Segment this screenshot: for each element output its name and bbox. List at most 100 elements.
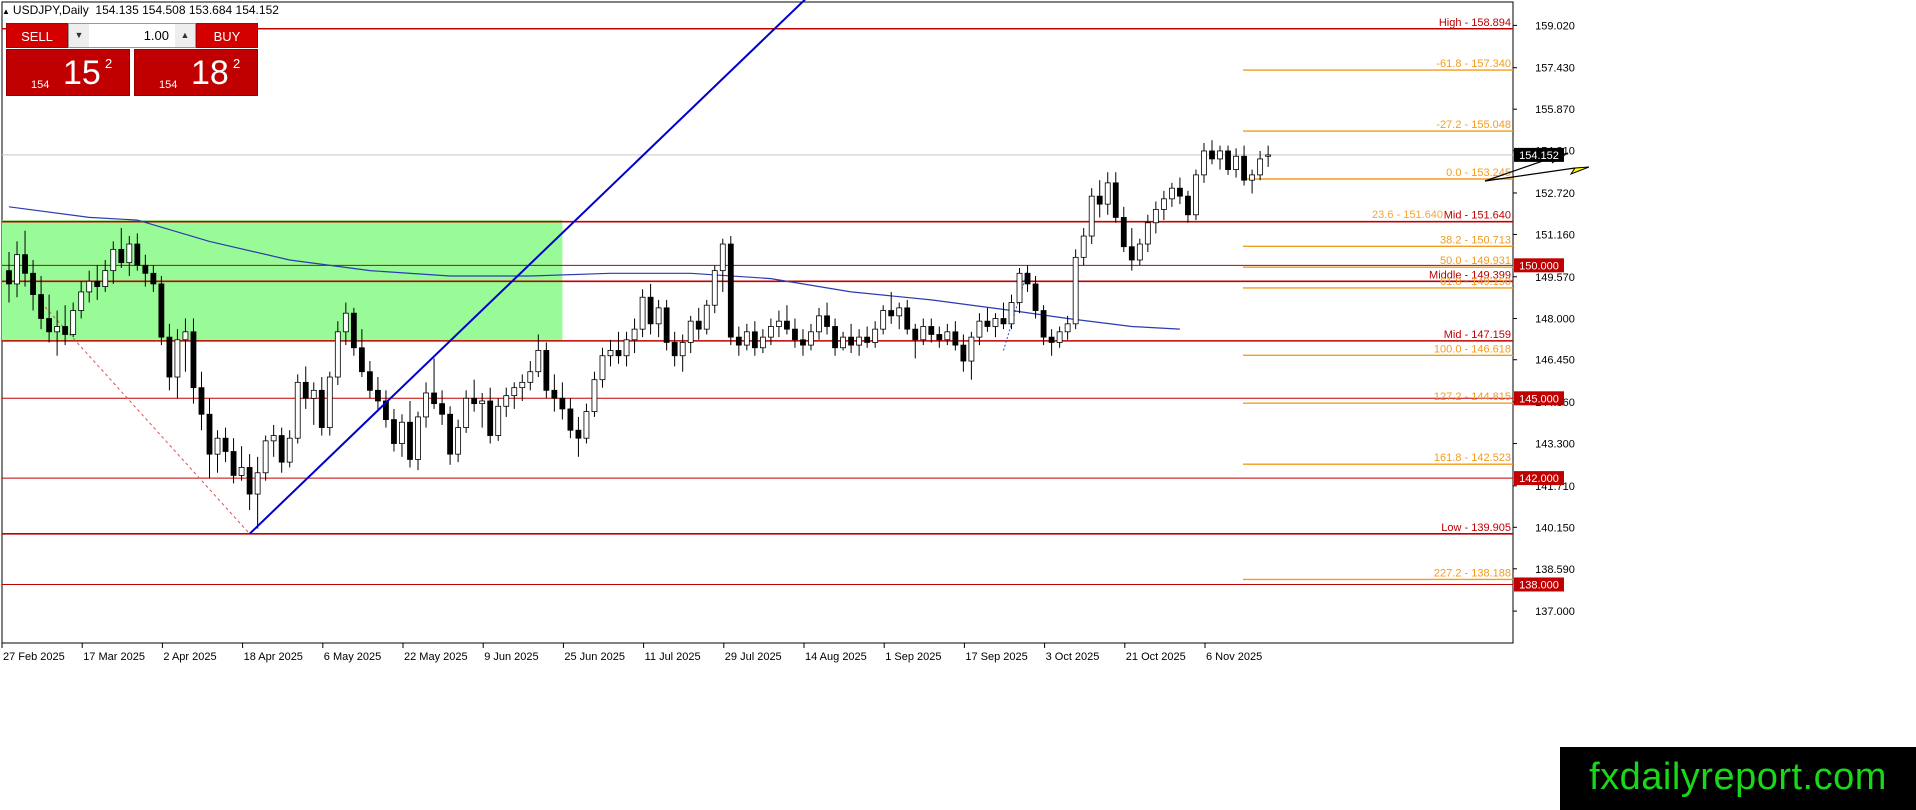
candle-body bbox=[1040, 310, 1047, 338]
fib-label-5: 23.6 - 151.640 bbox=[1372, 209, 1443, 221]
lot-increase-icon[interactable]: ▲ bbox=[175, 24, 195, 47]
round-level-badge-text-2: 142.000 bbox=[1519, 473, 1559, 485]
candle-body bbox=[591, 379, 598, 413]
candle-body bbox=[735, 336, 742, 346]
candle-body bbox=[1217, 150, 1223, 160]
candle-body bbox=[567, 408, 574, 431]
candle-body bbox=[535, 350, 542, 373]
price-chart: High - 158.894 -61.8 - 157.340 -27.2 - 155… bbox=[1, 0, 1590, 663]
candle-body bbox=[543, 350, 550, 391]
candle-body bbox=[1257, 158, 1264, 176]
y-tick-label-12: 140.150 bbox=[1535, 522, 1575, 534]
candle-body bbox=[150, 272, 157, 285]
candle-body bbox=[503, 395, 510, 407]
candle-body bbox=[679, 342, 686, 357]
level-label-14: Low - 139.905 bbox=[1441, 522, 1511, 534]
candle-body bbox=[647, 296, 654, 325]
candle-body bbox=[824, 315, 830, 327]
candle-body bbox=[358, 347, 365, 373]
collapse-triangle-icon[interactable]: ▲ bbox=[2, 7, 10, 16]
candle-body bbox=[190, 331, 197, 389]
candle-body bbox=[703, 304, 710, 330]
ohlc-values: 154.135 154.508 153.684 154.152 bbox=[95, 3, 279, 17]
candle-body bbox=[471, 397, 478, 405]
lot-decrease-icon[interactable]: ▼ bbox=[69, 24, 89, 47]
candle-body bbox=[302, 381, 309, 399]
candle-body bbox=[776, 320, 782, 327]
candle-body bbox=[848, 336, 854, 346]
candle-body bbox=[920, 326, 927, 341]
candle-body bbox=[375, 389, 381, 402]
candle-body bbox=[1048, 336, 1055, 343]
candle-body bbox=[904, 307, 911, 330]
candle-body bbox=[1120, 217, 1127, 248]
candle-body bbox=[840, 336, 846, 349]
candle-body bbox=[407, 421, 413, 460]
candle-body bbox=[759, 336, 766, 349]
x-tick-label-7: 25 Jun 2025 bbox=[564, 651, 625, 663]
candle-body bbox=[912, 328, 919, 341]
candle-body bbox=[270, 435, 277, 442]
candle-body bbox=[134, 243, 141, 266]
y-tick-label-6: 149.570 bbox=[1535, 272, 1575, 284]
candle-body bbox=[976, 320, 983, 338]
candle-body bbox=[784, 320, 790, 330]
candle-body bbox=[6, 270, 12, 285]
candle-body bbox=[639, 296, 646, 330]
x-tick-label-6: 9 Jun 2025 bbox=[484, 651, 538, 663]
candle-body bbox=[1169, 187, 1175, 200]
one-click-trading-panel: SELL ▼ 1.00 ▲ BUY 154 15 2 154 18 2 bbox=[6, 23, 258, 97]
candle-body bbox=[1185, 195, 1191, 216]
candle-body bbox=[1080, 235, 1087, 258]
candle-body bbox=[206, 413, 213, 455]
candle-body bbox=[94, 280, 101, 287]
candle-body bbox=[984, 320, 991, 327]
sell-price-big: 154 bbox=[31, 79, 50, 91]
x-tick-label-2: 2 Apr 2025 bbox=[163, 651, 216, 663]
candle-body bbox=[38, 294, 44, 319]
candle-body bbox=[952, 331, 959, 346]
candle-body bbox=[254, 472, 261, 495]
x-tick-label-10: 14 Aug 2025 bbox=[805, 651, 867, 663]
candle-body bbox=[214, 437, 221, 455]
candle-body bbox=[1056, 331, 1063, 343]
candle-body bbox=[856, 336, 863, 346]
y-tick-label-8: 146.450 bbox=[1535, 355, 1575, 367]
lot-size-value[interactable]: 1.00 bbox=[89, 24, 175, 47]
candle-body bbox=[832, 326, 838, 349]
candle-body bbox=[22, 254, 28, 274]
x-tick-label-9: 29 Jul 2025 bbox=[725, 651, 782, 663]
candle-body bbox=[1233, 155, 1239, 170]
candle-body bbox=[230, 451, 237, 476]
candle-body bbox=[166, 336, 173, 378]
candle-body bbox=[463, 397, 470, 428]
candle-body bbox=[808, 331, 814, 346]
candle-body bbox=[655, 307, 662, 325]
candle-body bbox=[1160, 198, 1167, 210]
sell-button[interactable]: SELL bbox=[6, 23, 68, 48]
candle-body bbox=[1000, 318, 1007, 325]
candle-body bbox=[519, 381, 526, 389]
candle-body bbox=[46, 318, 52, 333]
lot-size-field[interactable]: ▼ 1.00 ▲ bbox=[68, 23, 196, 48]
candle-body bbox=[1128, 246, 1135, 261]
symbol-label: USDJPY,Daily bbox=[12, 3, 89, 17]
candle-body bbox=[631, 328, 638, 341]
candle-body bbox=[350, 312, 357, 349]
buy-button[interactable]: BUY bbox=[196, 23, 258, 48]
y-tick-label-2: 155.870 bbox=[1535, 104, 1575, 116]
candle-body bbox=[334, 331, 341, 378]
candle-body bbox=[1209, 150, 1215, 160]
candle-body bbox=[174, 339, 181, 378]
candle-body bbox=[615, 350, 622, 357]
candle-body bbox=[623, 339, 630, 357]
candle-body bbox=[1016, 272, 1023, 303]
candle-body bbox=[888, 310, 895, 317]
sell-price-box[interactable]: 154 15 2 bbox=[6, 49, 130, 96]
buy-price-box[interactable]: 154 18 2 bbox=[134, 49, 258, 96]
y-tick-label-7: 148.000 bbox=[1535, 314, 1575, 326]
candle-body bbox=[1088, 195, 1095, 237]
candle-body bbox=[86, 280, 93, 293]
candle-body bbox=[687, 320, 694, 343]
candle-body bbox=[960, 344, 967, 362]
